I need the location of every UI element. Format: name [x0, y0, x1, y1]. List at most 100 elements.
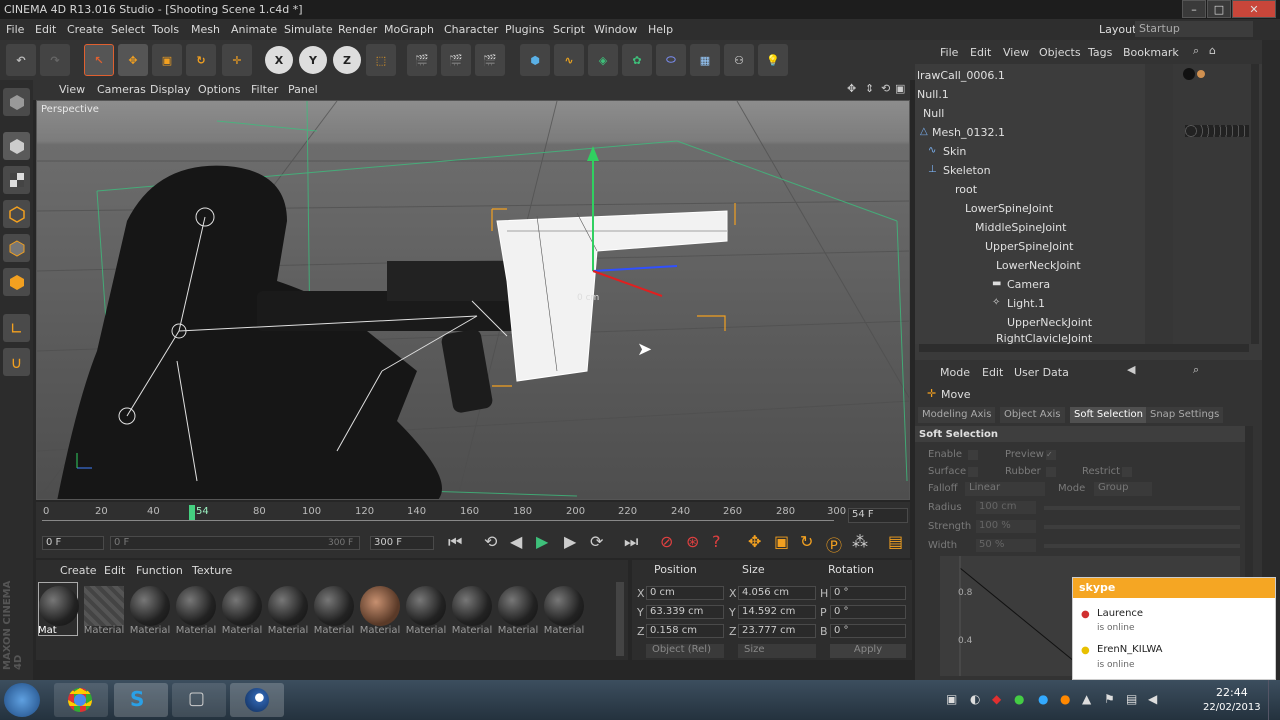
object-row[interactable]: lrawCall_0006.1: [915, 66, 1145, 85]
transform-icon[interactable]: ✛: [222, 44, 252, 76]
material-scrollbar[interactable]: [616, 582, 624, 656]
obj-menu-view[interactable]: View: [1003, 46, 1029, 59]
obj-menu-objects[interactable]: Objects: [1039, 46, 1081, 59]
strength-slider[interactable]: [1044, 525, 1240, 529]
menu-simulate[interactable]: Simulate: [284, 23, 333, 36]
obj-menu-edit[interactable]: Edit: [970, 46, 991, 59]
layout-select[interactable]: Startup: [1135, 21, 1253, 37]
material-thumbnail[interactable]: [498, 586, 538, 626]
tab-soft-selection[interactable]: Soft Selection: [1070, 407, 1147, 423]
vp-menu-panel[interactable]: Panel: [288, 83, 318, 96]
y-axis-toggle[interactable]: Y: [299, 46, 327, 74]
points-mode-icon[interactable]: [3, 200, 30, 228]
coordinate-mode-select[interactable]: Object (Rel): [646, 644, 724, 658]
obj-menu-bookmark[interactable]: Bookmark: [1123, 46, 1179, 59]
close-button[interactable]: ✕: [1232, 0, 1276, 18]
menu-file[interactable]: File: [6, 23, 24, 36]
menu-animate[interactable]: Animate: [231, 23, 277, 36]
attr-menu-edit[interactable]: Edit: [982, 366, 1003, 379]
obj-menu-file[interactable]: File: [940, 46, 958, 59]
material-thumbnail[interactable]: [39, 586, 79, 626]
play-icon[interactable]: ▶: [536, 532, 548, 551]
start-frame-field[interactable]: 0 F: [42, 536, 104, 550]
minimize-button[interactable]: –: [1182, 0, 1206, 18]
material-thumbnail[interactable]: [360, 586, 400, 626]
object-row[interactable]: RightClavicleJoint: [915, 332, 1145, 344]
vp-menu-options[interactable]: Options: [198, 83, 240, 96]
object-row[interactable]: root: [915, 180, 1145, 199]
enable-checkbox[interactable]: [968, 450, 978, 460]
object-row[interactable]: Light.1: [915, 294, 1145, 313]
show-desktop-button[interactable]: [1268, 680, 1280, 720]
range-slider[interactable]: 0 F: [110, 536, 360, 550]
move-view-icon[interactable]: ✥: [847, 82, 856, 95]
tray-icon[interactable]: ●: [1060, 692, 1070, 706]
contact-name[interactable]: Laurence: [1097, 608, 1143, 619]
clock-time[interactable]: 22:44: [1216, 686, 1248, 699]
edges-mode-icon[interactable]: [3, 234, 30, 262]
undo-icon[interactable]: ↶: [6, 44, 36, 76]
menu-edit[interactable]: Edit: [35, 23, 56, 36]
end-frame-field[interactable]: 300 F: [370, 536, 434, 550]
x-axis-toggle[interactable]: X: [265, 46, 293, 74]
start-button[interactable]: [4, 683, 40, 717]
rot-b-field[interactable]: 0 °: [830, 624, 906, 638]
rubber-checkbox[interactable]: [1046, 467, 1056, 477]
object-h-scrollbar[interactable]: [919, 344, 1249, 352]
toggle-view-icon[interactable]: ▣: [895, 82, 905, 95]
timeline[interactable]: 0 20 40 54 80 100 120 140 160 180 200 22…: [36, 502, 910, 528]
maximize-button[interactable]: □: [1207, 0, 1231, 18]
network-icon[interactable]: ▤: [1126, 692, 1137, 706]
object-row[interactable]: Mesh_0132.1: [915, 123, 1145, 142]
magnet-icon[interactable]: ∪: [3, 348, 30, 376]
tab-snap-settings[interactable]: Snap Settings: [1146, 407, 1224, 423]
model-mode-icon[interactable]: [3, 132, 30, 160]
keyframe-help-icon[interactable]: ?: [712, 532, 721, 551]
key-parameter-icon[interactable]: Ⓟ: [826, 532, 842, 556]
next-key-icon[interactable]: ⟳: [590, 532, 603, 551]
object-row[interactable]: LowerSpineJoint: [915, 199, 1145, 218]
material-thumbnail[interactable]: [222, 586, 262, 626]
material-thumbnail[interactable]: [84, 586, 124, 626]
menu-select[interactable]: Select: [111, 23, 145, 36]
scale-icon[interactable]: ▣: [152, 44, 182, 76]
tray-icon[interactable]: ●: [1038, 692, 1048, 706]
object-row[interactable]: UpperNeckJoint: [915, 313, 1145, 332]
redo-icon[interactable]: ↷: [40, 44, 70, 76]
object-row[interactable]: Null.1: [915, 85, 1145, 104]
object-row[interactable]: Null: [915, 104, 1145, 123]
mat-menu-function[interactable]: Function: [136, 564, 183, 577]
autokey-icon[interactable]: ⊛: [686, 532, 699, 551]
tray-icon[interactable]: ◐: [970, 692, 980, 706]
object-row[interactable]: UpperSpineJoint: [915, 237, 1145, 256]
material-thumbnail[interactable]: [176, 586, 216, 626]
pos-x-field[interactable]: 0 cm: [646, 586, 724, 600]
previous-key-icon[interactable]: ⟲: [484, 532, 497, 551]
tab-object-axis[interactable]: Object Axis: [1000, 407, 1065, 423]
width-slider[interactable]: [1044, 544, 1240, 548]
material-thumbnail[interactable]: [314, 586, 354, 626]
tray-icon[interactable]: ▲: [1082, 692, 1091, 706]
nurbs-icon[interactable]: ◈: [588, 44, 618, 76]
render-view-icon[interactable]: 🎬: [407, 44, 437, 76]
object-row[interactable]: Skeleton: [915, 161, 1145, 180]
live-selection-icon[interactable]: ↖: [84, 44, 114, 76]
pos-z-field[interactable]: 0.158 cm: [646, 624, 724, 638]
viewport-perspective[interactable]: Perspective 0 cm ➤: [36, 100, 910, 500]
menu-character[interactable]: Character: [444, 23, 498, 36]
surface-checkbox[interactable]: [968, 467, 978, 477]
deformer-icon[interactable]: ⬭: [656, 44, 686, 76]
material-thumbnail[interactable]: [130, 586, 170, 626]
mat-menu-edit[interactable]: Edit: [104, 564, 125, 577]
make-editable-icon[interactable]: [3, 88, 30, 116]
next-frame-icon[interactable]: ▶: [564, 532, 576, 551]
width-field[interactable]: 50 %: [976, 539, 1036, 552]
texture-mode-icon[interactable]: [3, 166, 30, 194]
radius-field[interactable]: 100 cm: [976, 501, 1036, 514]
floor-icon[interactable]: ▦: [690, 44, 720, 76]
axis-mode-icon[interactable]: ∟: [3, 314, 30, 342]
material-thumbnail[interactable]: [406, 586, 446, 626]
size-mode-select[interactable]: Size: [738, 644, 816, 658]
menu-create[interactable]: Create: [67, 23, 104, 36]
render-picture-viewer-icon[interactable]: 🎬: [441, 44, 471, 76]
